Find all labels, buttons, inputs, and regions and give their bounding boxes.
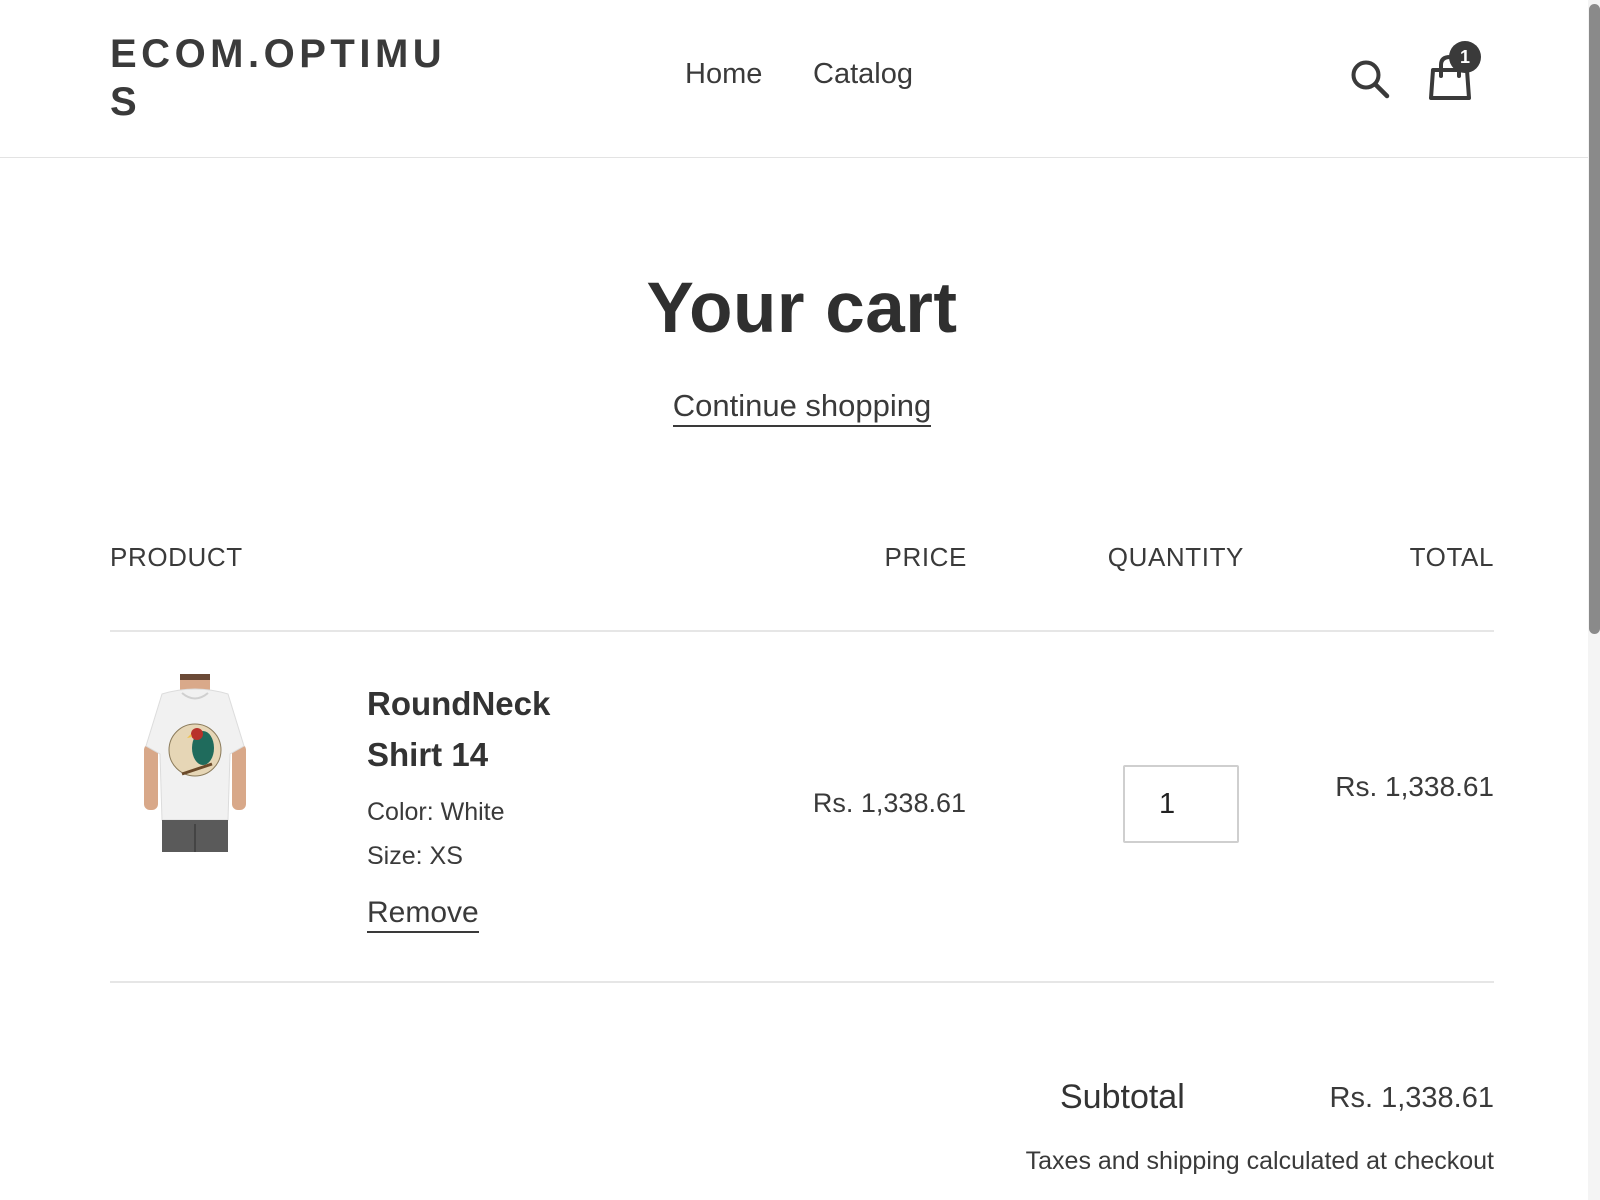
store-logo[interactable]: ECOM.OPTIMUS: [110, 30, 455, 126]
quantity-input[interactable]: [1123, 765, 1239, 843]
remove-item-link[interactable]: Remove: [367, 896, 479, 933]
nav-home-link[interactable]: Home: [685, 58, 762, 91]
continue-shopping-wrapper: Continue shopping: [0, 388, 1600, 427]
page-title: Your cart: [646, 269, 958, 348]
product-image[interactable]: [140, 674, 250, 852]
header-divider: [0, 157, 1588, 158]
table-divider-bottom: [110, 981, 1494, 983]
subtotal-value: Rs. 1,338.61: [1329, 1082, 1494, 1114]
subtotal-label: Subtotal: [1060, 1078, 1185, 1116]
column-header-quantity: QUANTITY: [1107, 542, 1244, 572]
item-price: Rs. 1,338.61: [812, 788, 966, 818]
product-variant-color: Color: White: [367, 798, 505, 826]
column-header-product: PRODUCT: [110, 542, 243, 572]
item-total: Rs. 1,338.61: [1335, 771, 1494, 802]
product-title-link[interactable]: RoundNeck Shirt 14: [367, 678, 597, 780]
table-divider-top: [110, 630, 1494, 632]
column-header-price: PRICE: [884, 542, 967, 572]
column-header-total: TOTAL: [1409, 542, 1494, 572]
nav-catalog-link[interactable]: Catalog: [813, 58, 913, 91]
tax-shipping-note: Taxes and shipping calculated at checkou…: [1025, 1147, 1494, 1175]
search-icon[interactable]: [1349, 58, 1391, 100]
product-variant-size: Size: XS: [367, 842, 463, 870]
cart-count-badge: 1: [1449, 41, 1481, 73]
continue-shopping-link[interactable]: Continue shopping: [672, 388, 932, 427]
